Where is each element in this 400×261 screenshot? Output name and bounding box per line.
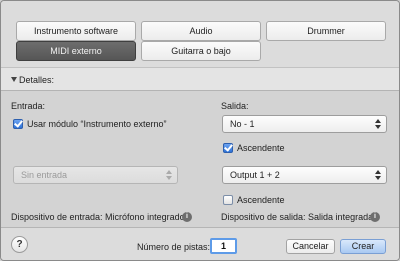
help-icon: ? [16, 239, 23, 250]
help-button[interactable]: ? [11, 236, 28, 253]
ascending-label-2: Ascendente [237, 195, 285, 205]
output-value: Output 1 + 2 [230, 170, 280, 180]
external-midi-button[interactable]: MIDI externo [16, 41, 136, 61]
input-source-value: Sin entrada [21, 170, 68, 180]
num-tracks-field[interactable]: 1 [210, 238, 237, 254]
ascending-checkbox-1[interactable] [223, 143, 233, 153]
drummer-button[interactable]: Drummer [266, 21, 386, 41]
create-button[interactable]: Crear [340, 239, 386, 254]
dialog-footer: ? Número de pistas: 1 Cancelar Crear [1, 227, 399, 260]
input-device-info-icon[interactable]: i [182, 212, 192, 222]
software-instrument-button[interactable]: Instrumento software [16, 21, 136, 41]
output-device-label: Dispositivo de salida: Salida integrada [221, 212, 374, 222]
details-label: Detalles: [19, 75, 55, 85]
updown-arrows-icon [375, 170, 381, 180]
audio-button[interactable]: Audio [141, 21, 261, 41]
guitar-or-bass-button[interactable]: Guitarra o bajo [141, 41, 261, 61]
track-type-selector: Instrumento software Audio Drummer MIDI … [1, 1, 399, 67]
input-source-popup[interactable]: Sin entrada [13, 166, 178, 184]
midi-channel-value: No - 1 [230, 119, 255, 129]
use-external-instrument-checkbox[interactable] [13, 119, 23, 129]
midi-channel-popup[interactable]: No - 1 [222, 115, 387, 133]
num-tracks-label: Número de pistas: [137, 242, 211, 252]
updown-arrows-icon [375, 119, 381, 129]
use-external-instrument-label: Usar módulo “Instrumento externo” [27, 119, 167, 129]
details-panel: Entrada: Usar módulo “Instrumento extern… [1, 91, 399, 227]
input-device-label: Dispositivo de entrada: Micrófono integr… [11, 212, 185, 222]
input-label: Entrada: [11, 101, 46, 111]
updown-arrows-icon [166, 170, 172, 180]
details-toggle[interactable]: Detalles: [11, 75, 54, 85]
cancel-button[interactable]: Cancelar [286, 239, 335, 254]
details-header[interactable]: Detalles: [1, 67, 399, 91]
output-device-info-icon[interactable]: i [370, 212, 380, 222]
ascending-label-1: Ascendente [237, 143, 285, 153]
output-label: Salida: [221, 101, 249, 111]
output-popup[interactable]: Output 1 + 2 [222, 166, 387, 184]
new-track-dialog: Instrumento software Audio Drummer MIDI … [0, 0, 400, 261]
ascending-checkbox-2[interactable] [223, 195, 233, 205]
disclosure-triangle-icon[interactable] [11, 77, 17, 82]
